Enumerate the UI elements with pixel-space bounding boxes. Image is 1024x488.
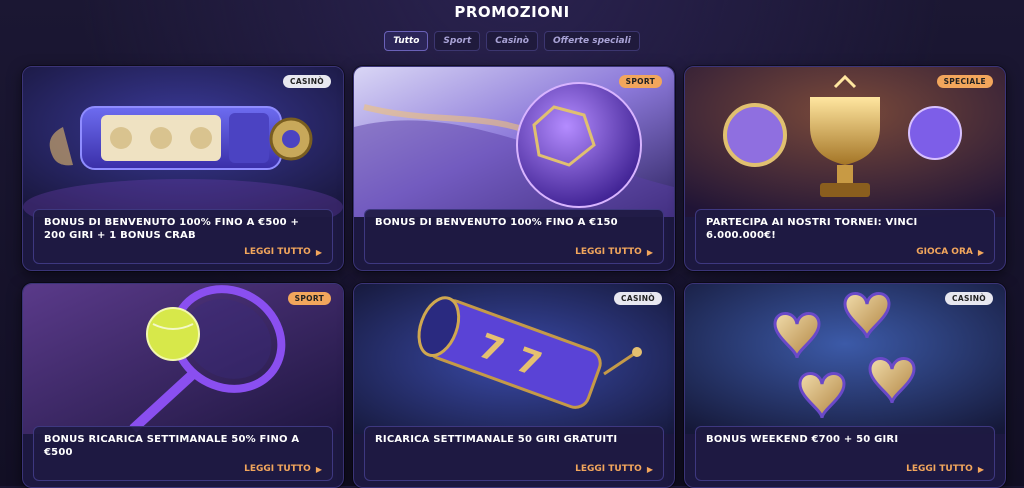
play-arrow-icon: ▶ — [315, 464, 322, 474]
read-more-link[interactable]: LEGGI TUTTO ▶ — [244, 464, 322, 474]
promo-panel: BONUS DI BENVENUTO 100% FINO A €500 + 20… — [33, 209, 333, 264]
read-more-link[interactable]: LEGGI TUTTO ▶ — [575, 464, 653, 474]
slot-reel-777-image: 7 7 — [354, 284, 674, 434]
cta-label: GIOCA ORA — [916, 247, 973, 257]
cta-label: LEGGI TUTTO — [244, 464, 311, 474]
tab-sport[interactable]: Sport — [434, 31, 481, 51]
promo-panel: BONUS WEEKEND €700 + 50 GIRI LEGGI TUTTO… — [695, 426, 995, 481]
promo-card-welcome-sport[interactable]: SPORT BONUS DI BENVENUTO 100% FINO A €15… — [353, 66, 675, 271]
read-more-link[interactable]: LEGGI TUTTO ▶ — [244, 247, 322, 257]
page-title: PROMOZIONI — [454, 3, 570, 21]
promo-tabs: Tutto Sport Casinò Offerte speciali — [0, 31, 1024, 51]
tab-tutto[interactable]: Tutto — [384, 31, 429, 51]
category-badge: CASINÒ — [945, 292, 993, 305]
play-arrow-icon: ▶ — [977, 464, 984, 474]
slot-machine-image — [23, 67, 343, 217]
promo-panel: BONUS DI BENVENUTO 100% FINO A €150 LEGG… — [364, 209, 664, 264]
read-more-link[interactable]: LEGGI TUTTO ▶ — [575, 247, 653, 257]
promo-card-tournaments[interactable]: SPECIALE PARTECIPA AI NOSTRI TORNEI: VIN… — [684, 66, 1006, 271]
category-badge: SPORT — [618, 75, 662, 88]
read-more-link[interactable]: LEGGI TUTTO ▶ — [906, 464, 984, 474]
promo-card-reload-sport[interactable]: SPORT BONUS RICARICA SETTIMANALE 50% FIN… — [22, 283, 344, 488]
promo-title: BONUS WEEKEND €700 + 50 GIRI — [706, 434, 899, 445]
promo-title: BONUS DI BENVENUTO 100% FINO A €150 — [375, 217, 618, 228]
trophy-image — [685, 67, 1005, 217]
category-badge: SPECIALE — [936, 75, 993, 88]
promo-title: PARTECIPA AI NOSTRI TORNEI: VINCI 6.000.… — [706, 217, 918, 241]
play-arrow-icon: ▶ — [646, 464, 653, 474]
promo-panel: RICARICA SETTIMANALE 50 GIRI GRATUITI LE… — [364, 426, 664, 481]
promo-panel: PARTECIPA AI NOSTRI TORNEI: VINCI 6.000.… — [695, 209, 995, 264]
promo-title: BONUS RICARICA SETTIMANALE 50% FINO A €5… — [44, 434, 300, 458]
tab-offerte-speciali[interactable]: Offerte speciali — [543, 31, 640, 51]
category-badge: SPORT — [287, 292, 331, 305]
promo-panel: BONUS RICARICA SETTIMANALE 50% FINO A €5… — [33, 426, 333, 481]
promo-card-free-spins[interactable]: 7 7 CASINÒ RICARICA SETTIMANALE 50 GIRI … — [353, 283, 675, 488]
promo-title: BONUS DI BENVENUTO 100% FINO A €500 + 20… — [44, 217, 300, 241]
category-badge: CASINÒ — [283, 75, 331, 88]
category-badge: CASINÒ — [614, 292, 662, 305]
cta-label: LEGGI TUTTO — [906, 464, 973, 474]
cta-label: LEGGI TUTTO — [575, 464, 642, 474]
play-arrow-icon: ▶ — [977, 247, 984, 257]
play-arrow-icon: ▶ — [315, 247, 322, 257]
promo-card-weekend[interactable]: CASINÒ BONUS WEEKEND €700 + 50 GIRI LEGG… — [684, 283, 1006, 488]
play-arrow-icon: ▶ — [646, 247, 653, 257]
promo-title: RICARICA SETTIMANALE 50 GIRI GRATUITI — [375, 434, 618, 445]
tennis-racket-image — [23, 284, 343, 434]
play-now-link[interactable]: GIOCA ORA ▶ — [916, 247, 984, 257]
tab-casino[interactable]: Casinò — [486, 31, 538, 51]
soccer-ball-image — [354, 67, 674, 217]
cta-label: LEGGI TUTTO — [244, 247, 311, 257]
hearts-image — [685, 284, 1005, 434]
promo-card-welcome-casino[interactable]: CASINÒ BONUS DI BENVENUTO 100% FINO A €5… — [22, 66, 344, 271]
cta-label: LEGGI TUTTO — [575, 247, 642, 257]
